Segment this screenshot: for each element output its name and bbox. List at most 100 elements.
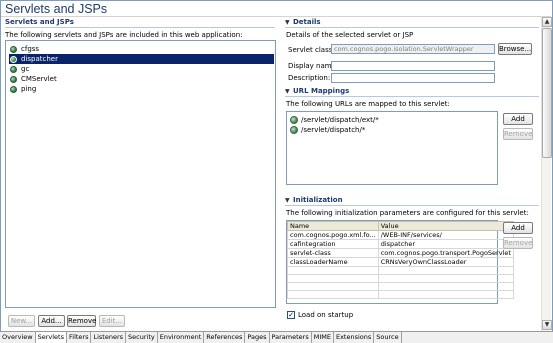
page-title: Servlets and JSPs <box>5 2 108 16</box>
load-on-startup-label: Load on startup <box>298 311 354 319</box>
url-mappings-heading: URL Mappings <box>293 87 350 95</box>
empty-cell[interactable] <box>377 266 514 275</box>
url-mappings-divider <box>285 96 539 97</box>
empty-table-row[interactable] <box>287 282 514 291</box>
servlets-section-divider <box>5 27 275 28</box>
tab-references[interactable]: References <box>204 332 246 343</box>
servlet-globe-icon <box>10 85 17 93</box>
load-on-startup-checkbox[interactable]: ✓ <box>287 311 295 319</box>
servlet-list-item-label: cfgss <box>21 45 40 53</box>
initialization-divider <box>285 205 539 206</box>
url-mapping-label: /servlet/dispatch/ext/* <box>301 116 379 124</box>
empty-table-row[interactable] <box>287 274 514 283</box>
servlet-list-item-label: gc <box>21 65 30 73</box>
servlet-list-item-selected[interactable]: dispatcher <box>9 54 274 64</box>
servlet-class-field[interactable]: com.cognos.pogo.isolation.ServletWrapper <box>331 44 495 54</box>
param-value-cell[interactable]: com.cognos.pogo.transport.PogoServlet <box>377 248 514 258</box>
tab-filters[interactable]: Filters <box>67 332 92 343</box>
param-value-cell[interactable]: /WEB-INF/services/ <box>377 230 514 240</box>
url-mapping-icon <box>290 116 298 124</box>
servlet-globe-icon <box>10 75 17 83</box>
servlets-section-heading: Servlets and JSPs <box>5 18 74 26</box>
tab-mime[interactable]: MIME <box>312 332 334 343</box>
servlet-list-item[interactable]: ping <box>9 84 274 94</box>
empty-cell[interactable] <box>377 282 514 291</box>
tab-pages[interactable]: Pages <box>245 332 270 343</box>
param-name-cell[interactable]: cafintegration <box>287 239 379 249</box>
section-collapse-icon[interactable]: ▼ <box>285 19 290 26</box>
param-value-cell[interactable]: dispatcher <box>377 239 514 249</box>
tab-environment[interactable]: Environment <box>158 332 205 343</box>
vertical-scrollbar[interactable]: ▲ ▼ <box>541 17 552 331</box>
url-remove-button[interactable]: Remove <box>503 128 533 140</box>
scrollbar-thumb[interactable] <box>542 28 552 158</box>
param-add-button[interactable]: Add <box>503 222 533 234</box>
servlet-list-item[interactable]: CMServlet <box>9 74 274 84</box>
init-params-table[interactable]: Name Value com.cognos.pogo.xml.fo... /WE… <box>287 221 514 299</box>
tab-servlets[interactable]: Servlets <box>35 332 67 343</box>
add-button[interactable]: Add... <box>38 315 65 327</box>
servlet-list-item[interactable]: gc <box>9 64 274 74</box>
param-name-cell[interactable]: com.cognos.pogo.xml.fo... <box>287 230 379 240</box>
tab-listeners[interactable]: Listeners <box>91 332 127 343</box>
servlet-globe-icon <box>10 55 17 63</box>
param-name-cell[interactable]: servlet-class <box>287 248 379 258</box>
servlet-list[interactable]: cfgss dispatcher gc CMServlet ping <box>5 40 276 308</box>
new-button[interactable]: New... <box>8 315 35 327</box>
title-divider <box>1 16 551 17</box>
servlet-list-item-label: CMServlet <box>21 75 57 83</box>
empty-cell[interactable] <box>287 290 379 299</box>
section-collapse-icon[interactable]: ▼ <box>285 88 290 95</box>
scroll-down-icon[interactable]: ▼ <box>542 320 552 330</box>
url-mappings-list[interactable]: /servlet/dispatch/ext/* /servlet/dispatc… <box>286 111 498 185</box>
tab-overview[interactable]: Overview <box>0 332 36 343</box>
url-mapping-item[interactable]: /servlet/dispatch/ext/* <box>290 115 379 125</box>
table-row[interactable]: classLoaderName CRNsVeryOwnClassLoader <box>287 257 514 267</box>
details-heading: Details <box>293 18 321 26</box>
editor-tab-bar: Overview Servlets Filters Listeners Secu… <box>0 331 553 343</box>
edit-button[interactable]: Edit... <box>99 315 125 327</box>
browse-button[interactable]: Browse... <box>498 43 532 55</box>
scroll-up-icon[interactable]: ▲ <box>542 17 552 27</box>
section-collapse-icon[interactable]: ▼ <box>285 197 290 204</box>
url-mapping-icon <box>290 126 298 134</box>
empty-cell[interactable] <box>287 266 379 275</box>
empty-cell[interactable] <box>377 274 514 283</box>
empty-cell[interactable] <box>377 290 514 299</box>
empty-cell[interactable] <box>287 282 379 291</box>
servlet-globe-icon <box>10 65 17 73</box>
servlets-section-description: The following servlets and JSPs are incl… <box>5 31 243 39</box>
details-divider <box>285 27 539 28</box>
tab-extensions[interactable]: Extensions <box>334 332 375 343</box>
remove-button[interactable]: Remove <box>67 315 96 327</box>
tab-security[interactable]: Security <box>126 332 158 343</box>
param-remove-button[interactable]: Remove <box>503 237 533 249</box>
servlet-list-item-label: dispatcher <box>21 55 58 63</box>
servlet-class-label: Servlet class: <box>288 46 335 54</box>
url-mapping-item[interactable]: /servlet/dispatch/* <box>290 125 365 135</box>
url-mapping-label: /servlet/dispatch/* <box>301 126 366 134</box>
url-mappings-description: The following URLs are mapped to this se… <box>286 100 450 108</box>
column-header-name[interactable]: Name <box>287 221 379 231</box>
tab-source[interactable]: Source <box>374 332 402 343</box>
table-row[interactable]: cafintegration dispatcher <box>287 239 514 249</box>
tab-parameters[interactable]: Parameters <box>270 332 312 343</box>
table-row[interactable]: com.cognos.pogo.xml.fo... /WEB-INF/servi… <box>287 230 514 240</box>
empty-table-row[interactable] <box>287 266 514 275</box>
empty-table-row[interactable] <box>287 290 514 299</box>
description-label: Description: <box>288 74 331 82</box>
details-description: Details of the selected servlet or JSP <box>286 31 414 39</box>
servlet-globe-icon <box>10 45 17 53</box>
initialization-description: The following initialization parameters … <box>286 209 529 217</box>
param-name-cell[interactable]: classLoaderName <box>287 257 379 267</box>
description-field[interactable] <box>331 73 495 83</box>
url-add-button[interactable]: Add <box>503 113 533 125</box>
servlet-list-item[interactable]: cfgss <box>9 44 274 54</box>
servlet-list-item-label: ping <box>21 85 37 93</box>
empty-cell[interactable] <box>287 274 379 283</box>
column-header-value[interactable]: Value <box>377 221 514 231</box>
param-value-cell[interactable]: CRNsVeryOwnClassLoader <box>377 257 514 267</box>
display-name-field[interactable] <box>331 61 495 71</box>
table-row[interactable]: servlet-class com.cognos.pogo.transport.… <box>287 248 514 258</box>
initialization-heading: Initialization <box>293 196 343 204</box>
